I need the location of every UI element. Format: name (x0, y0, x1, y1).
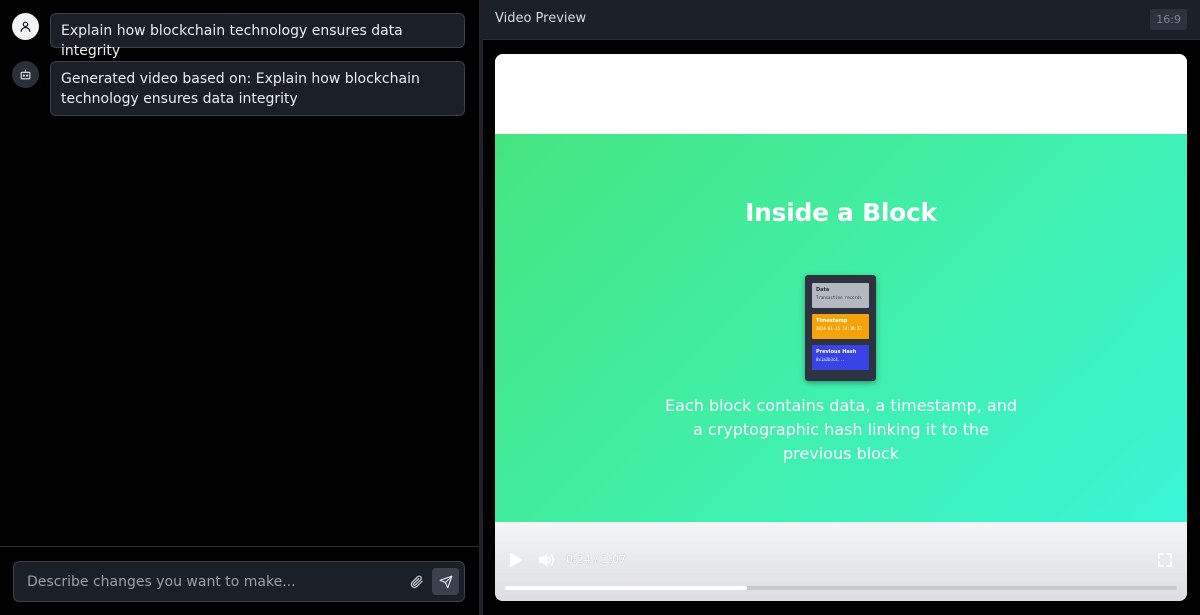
progress-bar[interactable] (505, 586, 1177, 590)
block-field-timestamp: Timestamp 2024-01-15 14:30:22 (812, 314, 869, 339)
block-field-previous-hash: Previous Hash 0x1a2b3c4... (812, 345, 869, 370)
attach-button[interactable] (407, 572, 425, 590)
user-message: Explain how blockchain technology ensure… (12, 13, 465, 59)
play-icon (509, 552, 523, 568)
block-field-value: 0x1a2b3c4... (816, 357, 845, 362)
block-field-label: Data (816, 287, 830, 293)
play-button[interactable] (506, 551, 524, 569)
slide-title: Inside a Block (745, 198, 937, 227)
video-player[interactable]: Inside a Block Data Transaction records … (495, 54, 1187, 601)
block-field-label: Previous Hash (816, 349, 857, 355)
user-icon (20, 21, 31, 32)
assistant-message-bubble: Generated video based on: Explain how bl… (50, 61, 465, 116)
block-field-label: Timestamp (816, 318, 848, 324)
chat-panel: Explain how blockchain technology ensure… (0, 0, 479, 615)
slide-caption: Each block contains data, a timestamp, a… (665, 396, 1017, 463)
progress-fill (505, 586, 747, 590)
video-controls: 0:24 / 1:07 (495, 522, 1187, 601)
block-field-value: 2024-01-15 14:30:22 (816, 326, 862, 331)
bot-icon (20, 69, 31, 80)
aspect-ratio-badge: 16:9 (1150, 9, 1187, 30)
chat-input-box (13, 561, 465, 602)
volume-icon (539, 553, 554, 567)
playback-time: 0:24 / 1:07 (566, 553, 627, 566)
chat-input[interactable] (14, 562, 399, 601)
assistant-message: Generated video based on: Explain how bl… (12, 61, 465, 116)
send-icon (439, 575, 452, 588)
fullscreen-icon (1158, 553, 1172, 567)
paperclip-icon (410, 575, 423, 588)
user-message-bubble: Explain how blockchain technology ensure… (50, 13, 465, 59)
video-slide: Inside a Block Data Transaction records … (495, 134, 1187, 522)
preview-header: Video Preview 16:9 (483, 0, 1200, 40)
block-diagram: Data Transaction records Timestamp 2024-… (805, 275, 876, 381)
preview-panel: Video Preview 16:9 Inside a Block Data T… (483, 0, 1200, 615)
chat-footer (0, 546, 479, 615)
video-letterbox (495, 54, 1187, 134)
fullscreen-button[interactable] (1157, 552, 1173, 568)
send-button[interactable] (432, 568, 459, 595)
volume-button[interactable] (537, 551, 555, 569)
preview-title: Video Preview (495, 11, 587, 26)
bot-avatar (12, 61, 39, 88)
user-avatar (12, 13, 39, 40)
block-field-data: Data Transaction records (812, 283, 869, 308)
block-field-value: Transaction records (816, 295, 862, 300)
